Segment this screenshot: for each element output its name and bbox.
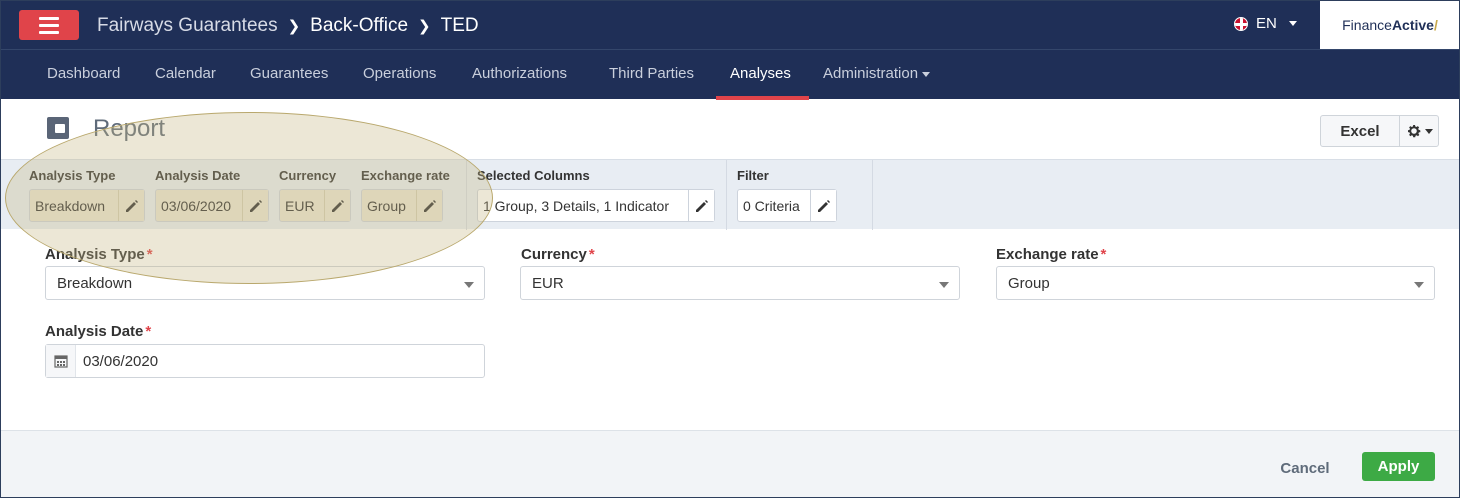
form-footer [1, 430, 1459, 497]
caret-down-icon [922, 71, 931, 77]
brand-prefix: Finance [1342, 17, 1392, 33]
summary-exchange-rate-value: Group [367, 197, 406, 214]
divider [872, 160, 873, 230]
nav-dashboard[interactable]: Dashboard [47, 50, 120, 100]
caret-down-icon [1288, 21, 1297, 26]
required-marker: * [145, 323, 152, 340]
language-selector[interactable]: EN [1234, 15, 1297, 32]
hamburger-icon-line [39, 16, 59, 20]
exchange-rate-select-value: Group [1008, 274, 1050, 292]
nav-authorizations[interactable]: Authorizations [472, 50, 567, 100]
apply-button[interactable]: Apply [1362, 452, 1435, 481]
dropdown-arrow-icon [464, 282, 474, 288]
exchange-rate-label-text: Exchange rate [996, 246, 1099, 263]
summary-analysis-type-value: Breakdown [35, 197, 106, 214]
required-marker: * [1100, 246, 1107, 263]
active-tab-indicator [716, 96, 809, 100]
brand-bold: Active [1391, 17, 1434, 33]
main-nav: Dashboard Calendar Guarantees Operations… [1, 49, 1459, 100]
breadcrumb-root[interactable]: Fairways Guarantees [97, 15, 278, 37]
brand-mark: / [1433, 17, 1438, 33]
settings-dropdown-button[interactable] [1399, 115, 1439, 147]
analysis-date-value: 03/06/2020 [83, 352, 159, 370]
calendar-icon[interactable] [46, 345, 76, 377]
nav-operations[interactable]: Operations [363, 50, 436, 100]
pencil-icon[interactable] [242, 190, 268, 221]
brand-logo: Finance Active / [1320, 1, 1459, 49]
breadcrumb-ted[interactable]: TED [441, 15, 479, 37]
summary-filter-label: Filter [737, 168, 769, 183]
summary-analysis-type-label: Analysis Type [29, 168, 116, 183]
summary-exchange-rate-chip[interactable]: Group [361, 189, 443, 222]
excel-export-button[interactable]: Excel [1320, 115, 1400, 147]
analysis-type-select[interactable]: Breakdown [45, 266, 485, 300]
dropdown-arrow-icon [1414, 282, 1424, 288]
summary-filter-chip[interactable]: 0 Criteria [737, 189, 837, 222]
required-marker: * [146, 246, 153, 263]
summary-filter-value: 0 Criteria [743, 197, 800, 214]
required-marker: * [588, 246, 595, 263]
summary-analysis-type-chip[interactable]: Breakdown [29, 189, 145, 222]
summary-currency-label: Currency [279, 168, 337, 183]
summary-currency-value: EUR [285, 197, 315, 214]
summary-selected-columns-value: 1 Group, 3 Details, 1 Indicator [483, 197, 669, 214]
currency-label-text: Currency [521, 246, 587, 263]
uk-flag-icon [1234, 16, 1248, 31]
summary-analysis-date-value: 03/06/2020 [161, 197, 232, 214]
pencil-icon[interactable] [118, 190, 144, 221]
nav-administration-label: Administration [823, 65, 919, 82]
chevron-right-icon: ❯ [418, 18, 431, 35]
dropdown-arrow-icon [939, 282, 949, 288]
divider [726, 160, 727, 230]
pencil-icon[interactable] [810, 190, 836, 221]
analysis-date-input[interactable]: 03/06/2020 [45, 344, 485, 378]
chevron-right-icon: ❯ [287, 18, 301, 35]
summary-analysis-date-label: Analysis Date [155, 168, 241, 183]
nav-third-parties[interactable]: Third Parties [609, 50, 694, 100]
pencil-icon[interactable] [688, 190, 714, 221]
currency-select-value: EUR [532, 274, 564, 292]
hamburger-icon-line [39, 23, 59, 27]
summary-currency-chip[interactable]: EUR [279, 189, 351, 222]
app-window: Fairways Guarantees ❯ Back-Office ❯ TED … [0, 0, 1460, 498]
analysis-date-label-text: Analysis Date [45, 323, 144, 340]
analysis-type-label-text: Analysis Type [45, 246, 145, 263]
page-title: Report [93, 115, 166, 142]
summary-analysis-date-chip[interactable]: 03/06/2020 [155, 189, 269, 222]
caret-down-icon [1424, 128, 1433, 134]
nav-administration[interactable]: Administration [823, 50, 931, 100]
report-icon [47, 117, 69, 139]
exchange-rate-label: Exchange rate * [996, 246, 1106, 263]
hamburger-icon-line [39, 30, 59, 34]
nav-analyses[interactable]: Analyses [730, 50, 791, 100]
hamburger-menu-button[interactable] [19, 10, 79, 40]
currency-label: Currency * [521, 246, 595, 263]
analysis-date-label: Analysis Date * [45, 323, 151, 340]
breadcrumb: Fairways Guarantees ❯ Back-Office ❯ TED [97, 13, 479, 39]
pencil-icon[interactable] [324, 190, 350, 221]
language-label: EN [1256, 15, 1277, 32]
nav-calendar[interactable]: Calendar [155, 50, 216, 100]
cancel-button[interactable]: Cancel [1267, 456, 1343, 480]
divider [466, 160, 467, 230]
top-bar: Fairways Guarantees ❯ Back-Office ❯ TED … [1, 1, 1459, 49]
pencil-icon[interactable] [416, 190, 442, 221]
analysis-type-label: Analysis Type * [45, 246, 153, 263]
nav-guarantees[interactable]: Guarantees [250, 50, 328, 100]
analysis-type-select-value: Breakdown [57, 274, 133, 292]
breadcrumb-back-office[interactable]: Back-Office [310, 15, 408, 37]
summary-selected-columns-label: Selected Columns [477, 168, 590, 183]
summary-exchange-rate-label: Exchange rate [361, 168, 450, 183]
gear-icon [1407, 125, 1420, 138]
currency-select[interactable]: EUR [520, 266, 960, 300]
exchange-rate-select[interactable]: Group [996, 266, 1435, 300]
summary-selected-columns-chip[interactable]: 1 Group, 3 Details, 1 Indicator [477, 189, 715, 222]
